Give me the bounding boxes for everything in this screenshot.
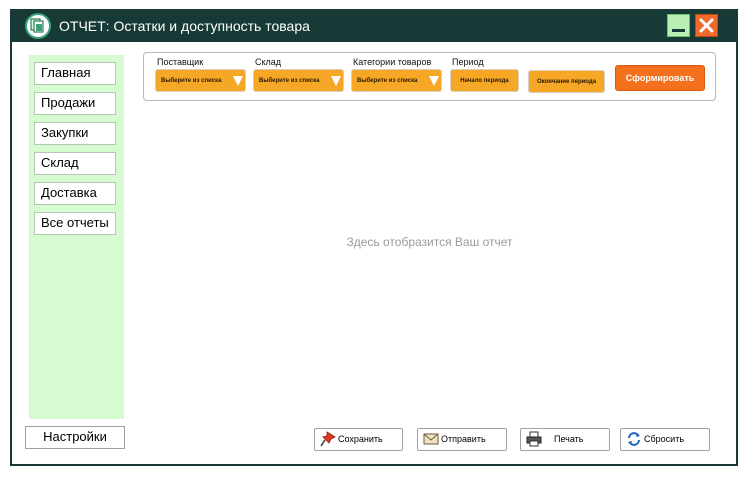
title-bar: ОТЧЕТ: Остатки и доступность товара [12, 11, 736, 42]
filter-bar: Поставщик Выберите из списка Склад Выбер… [143, 52, 716, 101]
category-dropdown[interactable]: Выберите из списка [351, 69, 442, 92]
minimize-button[interactable] [667, 14, 690, 37]
save-button[interactable]: Сохранить [314, 428, 403, 451]
send-label: Отправить [441, 434, 486, 444]
period-end-value: Окончание периода [536, 79, 597, 85]
sidebar-item-label: Главная [41, 65, 91, 80]
supplier-dropdown[interactable]: Выберите из списка [155, 69, 246, 92]
sidebar-item-warehouse[interactable]: Склад [34, 152, 116, 175]
category-dropdown-value: Выберите из списка [357, 78, 418, 84]
close-button[interactable] [695, 14, 718, 37]
sidebar-item-all-reports[interactable]: Все отчеты [34, 212, 116, 235]
window-title: ОТЧЕТ: Остатки и доступность товара [59, 18, 310, 34]
print-button[interactable]: Печать [520, 428, 610, 451]
sidebar: Главная Продажи Закупки Склад Доставка В… [29, 55, 124, 419]
printer-icon [526, 431, 542, 447]
send-button[interactable]: Отправить [417, 428, 507, 451]
sidebar-item-purchases[interactable]: Закупки [34, 122, 116, 145]
sidebar-item-label: Все отчеты [41, 215, 109, 230]
pin-icon [320, 431, 336, 447]
period-start-value: Начало периода [460, 78, 509, 84]
warehouse-dropdown[interactable]: Выберите из списка [253, 69, 344, 92]
period-start-field[interactable]: Начало периода [450, 69, 519, 92]
sidebar-item-sales[interactable]: Продажи [34, 92, 116, 115]
refresh-icon [628, 432, 640, 446]
reset-button[interactable]: Сбросить [620, 428, 710, 451]
sidebar-item-home[interactable]: Главная [34, 62, 116, 85]
print-label: Печать [554, 434, 584, 444]
sidebar-item-label: Склад [41, 155, 79, 170]
period-end-field[interactable]: Окончание периода [528, 70, 605, 93]
chevron-down-icon [331, 76, 341, 86]
settings-label: Настройки [43, 429, 107, 444]
report-window: ОТЧЕТ: Остатки и доступность товара Глав… [10, 9, 738, 466]
supplier-label: Поставщик [157, 57, 204, 67]
close-icon [699, 18, 714, 33]
category-label: Категории товаров [353, 57, 432, 67]
generate-label: Сформировать [625, 73, 695, 83]
period-label: Период [452, 57, 484, 67]
sidebar-item-delivery[interactable]: Доставка [34, 182, 116, 205]
generate-report-button[interactable]: Сформировать [615, 65, 705, 91]
sidebar-item-label: Доставка [41, 185, 97, 200]
sidebar-item-label: Продажи [41, 95, 96, 110]
warehouse-label: Склад [255, 57, 282, 67]
sidebar-item-label: Закупки [41, 125, 89, 140]
save-label: Сохранить [338, 434, 383, 444]
chevron-down-icon [233, 76, 243, 86]
warehouse-dropdown-value: Выберите из списка [259, 78, 320, 84]
reset-label: Сбросить [644, 434, 685, 444]
supplier-dropdown-value: Выберите из списка [161, 78, 222, 84]
envelope-icon [423, 433, 439, 445]
chevron-down-icon [429, 76, 439, 86]
report-placeholder: Здесь отобразится Ваш отчет [346, 235, 513, 249]
app-logo-icon [25, 13, 51, 39]
settings-button[interactable]: Настройки [25, 426, 125, 449]
